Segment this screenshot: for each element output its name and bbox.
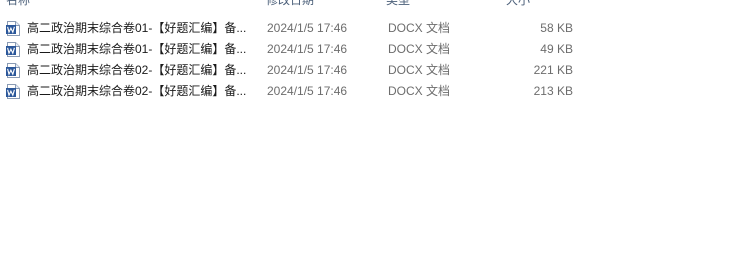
file-date: 2024/1/5 17:46 bbox=[267, 84, 348, 98]
file-date: 2024/1/5 17:46 bbox=[267, 63, 348, 77]
column-header-size[interactable]: 大小 bbox=[506, 0, 578, 9]
file-date: 2024/1/5 17:46 bbox=[267, 21, 348, 35]
file-name: 高二政治期末综合卷01-【好题汇编】备... bbox=[27, 21, 247, 35]
file-row[interactable]: 高二政治期末综合卷02-【好题汇编】备... 2024/1/5 17:46 DO… bbox=[0, 81, 580, 102]
column-header-name[interactable]: 名称 bbox=[6, 0, 260, 9]
file-name: 高二政治期末综合卷02-【好题汇编】备... bbox=[27, 84, 247, 98]
file-row[interactable]: 高二政治期末综合卷01-【好题汇编】备... 2024/1/5 17:46 DO… bbox=[0, 39, 580, 60]
file-name: 高二政治期末综合卷01-【好题汇编】备... bbox=[27, 42, 247, 56]
word-doc-icon bbox=[6, 84, 20, 99]
word-doc-icon bbox=[6, 21, 20, 36]
file-name: 高二政治期末综合卷02-【好题汇编】备... bbox=[27, 63, 247, 77]
word-doc-icon bbox=[6, 63, 20, 78]
file-list: 高二政治期末综合卷01-【好题汇编】备... 2024/1/5 17:46 DO… bbox=[0, 18, 746, 102]
column-header-row: 名称 修改日期 类型 大小 bbox=[0, 0, 746, 9]
column-header-type[interactable]: 类型 bbox=[386, 0, 500, 9]
file-row[interactable]: 高二政治期末综合卷01-【好题汇编】备... 2024/1/5 17:46 DO… bbox=[0, 18, 580, 39]
file-type: DOCX 文档 bbox=[388, 63, 451, 77]
file-size: 58 KB bbox=[540, 21, 573, 35]
file-size: 221 KB bbox=[533, 63, 573, 77]
file-size: 213 KB bbox=[533, 84, 573, 98]
file-type: DOCX 文档 bbox=[388, 21, 451, 35]
file-explorer: 名称 修改日期 类型 大小 高二政治期末综合卷01-【好题汇编】备... 202… bbox=[0, 0, 746, 255]
file-size: 49 KB bbox=[540, 42, 573, 56]
file-type: DOCX 文档 bbox=[388, 42, 451, 56]
word-doc-icon bbox=[6, 42, 20, 57]
file-date: 2024/1/5 17:46 bbox=[267, 42, 348, 56]
column-header-date[interactable]: 修改日期 bbox=[266, 0, 380, 9]
file-row[interactable]: 高二政治期末综合卷02-【好题汇编】备... 2024/1/5 17:46 DO… bbox=[0, 60, 580, 81]
file-type: DOCX 文档 bbox=[388, 84, 451, 98]
